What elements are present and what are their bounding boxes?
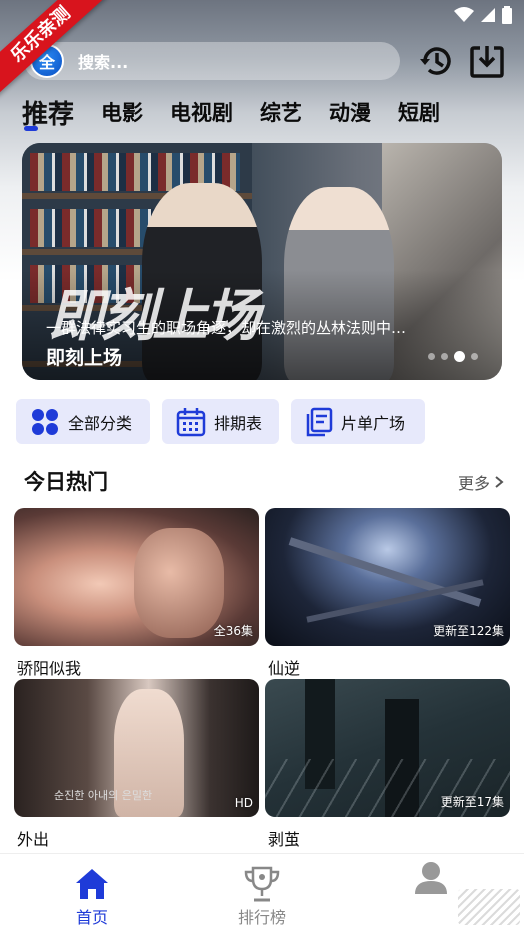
pagination-dot[interactable]: [428, 353, 435, 360]
nav-home-label: 首页: [75, 908, 108, 927]
tab-variety[interactable]: 综艺: [260, 97, 302, 127]
section-title: 今日热门: [24, 470, 108, 494]
quality-badge: HD: [234, 796, 253, 810]
more-link[interactable]: 更多: [458, 470, 504, 494]
bottom-navigation: 首页 排行榜: [0, 853, 524, 933]
episode-badge: 更新至17集: [440, 795, 504, 809]
history-icon: [420, 47, 451, 75]
tab-tv-series[interactable]: 电视剧: [170, 97, 233, 127]
search-row: 全 搜索...: [24, 40, 504, 82]
calendar-icon: [176, 407, 206, 436]
nav-ranking-label: 排行榜: [237, 908, 286, 927]
schedule-label: 排期表: [214, 413, 263, 433]
grid-icon: [32, 408, 58, 435]
active-tab-indicator: [24, 126, 38, 131]
video-title: 仙逆: [268, 659, 301, 678]
chevron-right-icon: [495, 476, 504, 488]
more-label: 更多: [457, 474, 490, 493]
home-icon: [76, 869, 108, 899]
watermark: [458, 889, 520, 925]
video-poster: 更新至122集: [265, 508, 510, 646]
video-poster: 순진한 아내의 은밀한 HD: [14, 679, 259, 817]
banner-title: 即刻上场: [46, 347, 123, 369]
featured-banner[interactable]: 即刻上场 一群法律实习生的职场角逐，却在激烈的丛林法则中… 即刻上场: [22, 143, 502, 380]
all-categories-label: 全部分类: [68, 413, 133, 433]
video-title: 骄阳似我: [17, 659, 82, 678]
episode-badge: 更新至122集: [433, 624, 504, 638]
video-card[interactable]: 更新至122集 仙逆: [265, 508, 510, 679]
pagination-dot-active[interactable]: [454, 351, 465, 362]
user-icon: [415, 862, 447, 894]
banner-pagination: [428, 351, 478, 362]
poster-text: 순진한 아내의 은밀한: [54, 789, 153, 802]
download-button[interactable]: [466, 40, 508, 82]
video-title: 外出: [17, 830, 50, 849]
schedule-button[interactable]: 排期表: [162, 399, 279, 444]
pagination-dot[interactable]: [441, 353, 448, 360]
video-poster: 更新至17集: [265, 679, 510, 817]
playlist-square-button[interactable]: 片单广场: [291, 399, 425, 444]
tab-anime[interactable]: 动漫: [329, 97, 371, 127]
download-icon: [470, 46, 504, 78]
nav-ranking[interactable]: 排行榜: [217, 864, 307, 928]
video-title: 剥茧: [268, 830, 301, 849]
banner-description: 一群法律实习生的职场角逐，却在激烈的丛林法则中…: [46, 319, 407, 337]
video-poster: 全36集: [14, 508, 259, 646]
tab-short-drama[interactable]: 短剧: [398, 97, 440, 127]
tab-recommend[interactable]: 推荐: [22, 94, 74, 131]
battery-icon: [502, 6, 512, 24]
video-card[interactable]: 순진한 아내의 은밀한 HD 外出: [14, 679, 259, 850]
tab-movie[interactable]: 电影: [101, 97, 143, 127]
search-input[interactable]: 全 搜索...: [24, 42, 400, 80]
banner-artwork-text: 即刻上场: [48, 283, 260, 349]
wifi-icon: [454, 7, 474, 22]
all-categories-button[interactable]: 全部分类: [16, 399, 150, 444]
search-placeholder: 搜索...: [78, 53, 129, 72]
pagination-dot[interactable]: [471, 353, 478, 360]
episode-badge: 全36集: [213, 624, 253, 638]
signal-icon: [481, 8, 495, 22]
video-card[interactable]: 全36集 骄阳似我: [14, 508, 259, 679]
nav-home[interactable]: 首页: [47, 864, 137, 928]
trophy-icon: [244, 866, 280, 902]
video-card[interactable]: 更新至17集 剥茧: [265, 679, 510, 850]
status-icons: [454, 6, 512, 24]
category-tabs: 推荐 电影 电视剧 综艺 动漫 短剧: [22, 92, 512, 132]
playlist-square-label: 片单广场: [341, 413, 406, 433]
history-button[interactable]: [416, 40, 458, 82]
playlist-icon: [306, 407, 333, 436]
